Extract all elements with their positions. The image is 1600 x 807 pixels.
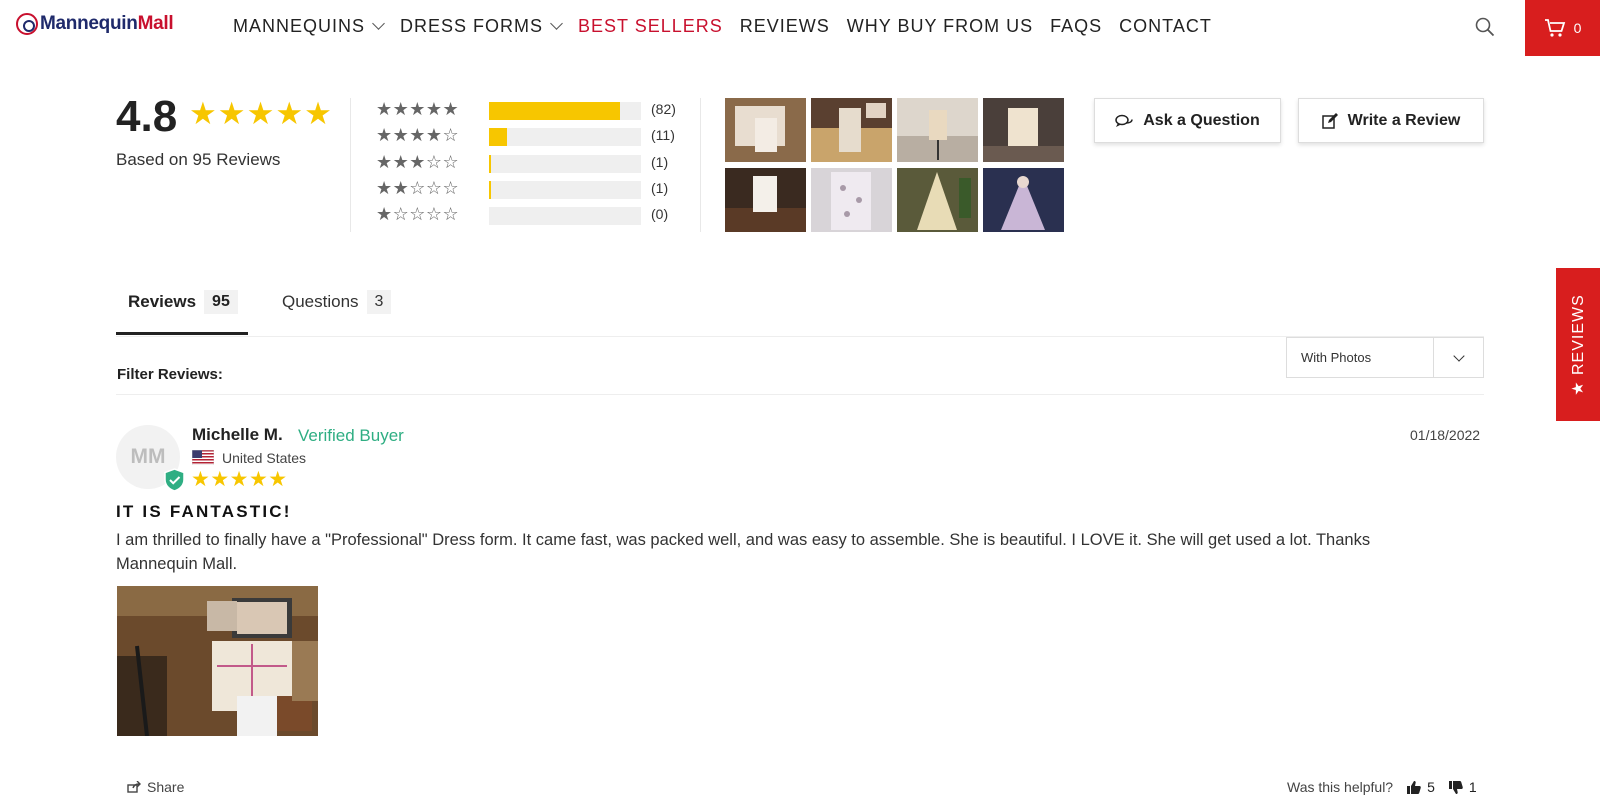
nav-dress-forms[interactable]: DRESS FORMS bbox=[400, 16, 563, 37]
histogram-fill bbox=[489, 128, 508, 146]
histogram-stars: ★★★☆☆ bbox=[376, 151, 460, 172]
review-title: IT IS FANTASTIC! bbox=[116, 502, 292, 521]
histogram-count: (0) bbox=[651, 206, 669, 222]
histogram-stars: ★★☆☆☆ bbox=[376, 177, 460, 198]
share-button[interactable]: Share bbox=[127, 779, 184, 795]
up-vote-count: 5 bbox=[1427, 779, 1435, 795]
histogram-stars: ★★★★★ bbox=[376, 98, 460, 119]
review-stars: ★★★★★ bbox=[191, 468, 288, 491]
thumbs-up-icon bbox=[1407, 780, 1421, 794]
write-review-label: Write a Review bbox=[1347, 111, 1461, 129]
divider bbox=[116, 394, 1484, 395]
chevron-down-icon bbox=[372, 17, 385, 30]
reviewer-country: United States bbox=[222, 450, 307, 466]
nav-why-buy[interactable]: WHY BUY FROM US bbox=[847, 16, 1033, 37]
tab-count: 95 bbox=[204, 290, 238, 314]
share-label: Share bbox=[147, 779, 185, 795]
histogram-count: (82) bbox=[651, 101, 676, 117]
nav-mannequins[interactable]: MANNEQUINS bbox=[233, 16, 385, 37]
tab-label: Questions bbox=[282, 292, 359, 311]
divider bbox=[116, 336, 1484, 337]
average-stars: ★★★★★ bbox=[189, 96, 333, 131]
customer-photo-thumbnail[interactable] bbox=[897, 168, 978, 232]
review-photo[interactable] bbox=[117, 586, 318, 736]
histogram-fill bbox=[489, 155, 491, 173]
customer-photo-thumbnail[interactable] bbox=[983, 168, 1064, 232]
customer-photo-thumbnail[interactable] bbox=[897, 98, 978, 162]
edit-icon bbox=[1321, 112, 1338, 129]
histogram-row-3[interactable]: ★★★☆☆ (1) bbox=[376, 149, 668, 175]
customer-photo-thumbnail[interactable] bbox=[983, 98, 1064, 162]
histogram-count: (1) bbox=[651, 180, 669, 196]
tab-questions[interactable]: Questions 3 bbox=[282, 290, 392, 314]
thumbs-up-button[interactable]: 5 bbox=[1407, 779, 1435, 795]
histogram-fill bbox=[489, 181, 491, 199]
helpful-votes: Was this helpful? 5 1 bbox=[1287, 779, 1477, 795]
ask-question-button[interactable]: Ask a Question bbox=[1094, 98, 1281, 143]
histogram-stars: ★☆☆☆☆ bbox=[376, 203, 460, 224]
site-header: MannequinMall MANNEQUINS DRESS FORMS BES… bbox=[0, 0, 1600, 56]
histogram-track bbox=[489, 155, 641, 173]
histogram-track bbox=[489, 102, 641, 120]
cart-count: 0 bbox=[1573, 20, 1582, 36]
chevron-down-icon bbox=[550, 17, 563, 30]
customer-photo-thumbnail[interactable] bbox=[725, 168, 806, 232]
histogram-fill bbox=[489, 102, 620, 120]
histogram-row-2[interactable]: ★★☆☆☆ (1) bbox=[376, 175, 668, 201]
customer-photo-thumbnail[interactable] bbox=[725, 98, 806, 162]
reviewer-name: Michelle M. bbox=[192, 425, 283, 444]
histogram-track bbox=[489, 128, 641, 146]
divider bbox=[700, 98, 701, 232]
ask-question-label: Ask a Question bbox=[1143, 111, 1260, 129]
histogram-track bbox=[489, 207, 641, 225]
customer-photos-grid bbox=[725, 98, 1064, 233]
customer-photo-thumbnail[interactable] bbox=[811, 168, 892, 232]
thumbs-down-button[interactable]: 1 bbox=[1448, 779, 1477, 795]
customer-photo-thumbnail[interactable] bbox=[811, 98, 892, 162]
site-logo[interactable]: MannequinMall bbox=[16, 13, 174, 35]
active-tab-indicator bbox=[116, 332, 248, 335]
us-flag-icon bbox=[192, 450, 214, 465]
search-icon[interactable] bbox=[1475, 17, 1495, 37]
nav-faqs[interactable]: FAQS bbox=[1050, 16, 1102, 37]
share-icon bbox=[127, 781, 141, 793]
review-body: I am thrilled to finally have a "Profess… bbox=[116, 531, 1371, 573]
verified-buyer-label: Verified Buyer bbox=[298, 426, 404, 445]
main-nav: MANNEQUINS DRESS FORMS BEST SELLERS REVI… bbox=[233, 16, 1229, 37]
cart-icon bbox=[1544, 19, 1565, 37]
tab-label: Reviews bbox=[128, 292, 197, 311]
histogram-count: (11) bbox=[651, 127, 675, 143]
divider bbox=[350, 98, 351, 232]
chevron-down-icon bbox=[1433, 338, 1483, 377]
tab-count: 3 bbox=[366, 290, 392, 314]
thumbs-down-icon bbox=[1448, 780, 1463, 794]
cart-button[interactable]: 0 bbox=[1525, 0, 1600, 56]
tab-reviews[interactable]: Reviews 95 bbox=[128, 290, 238, 314]
average-rating: 4.8 bbox=[116, 92, 178, 141]
nav-best-sellers[interactable]: BEST SELLERS bbox=[578, 16, 723, 37]
logo-icon bbox=[16, 13, 38, 35]
histogram-stars: ★★★★☆ bbox=[376, 124, 460, 145]
chat-icon bbox=[1115, 114, 1133, 127]
verified-shield-icon bbox=[164, 468, 185, 492]
nav-contact[interactable]: CONTACT bbox=[1119, 16, 1212, 37]
histogram-row-4[interactable]: ★★★★☆ (11) bbox=[376, 122, 675, 148]
filter-dropdown[interactable]: With Photos bbox=[1286, 337, 1484, 378]
down-vote-count: 1 bbox=[1468, 779, 1477, 795]
reviews-side-tab-label: ★ REVIEWS bbox=[1570, 293, 1588, 396]
histogram-row-5[interactable]: ★★★★★ (82) bbox=[376, 96, 676, 122]
filter-selected-value: With Photos bbox=[1301, 350, 1372, 365]
histogram-count: (1) bbox=[651, 154, 669, 170]
nav-reviews[interactable]: REVIEWS bbox=[740, 16, 830, 37]
helpful-label: Was this helpful? bbox=[1287, 779, 1394, 795]
review-date: 01/18/2022 bbox=[1410, 427, 1481, 443]
based-on-count: Based on 95 Reviews bbox=[116, 150, 281, 169]
logo-text: MannequinMall bbox=[40, 13, 174, 34]
write-review-button[interactable]: Write a Review bbox=[1298, 98, 1484, 143]
histogram-track bbox=[489, 181, 641, 199]
reviews-side-tab[interactable]: ★ REVIEWS bbox=[1556, 268, 1600, 421]
histogram-row-1[interactable]: ★☆☆☆☆ (0) bbox=[376, 201, 668, 227]
filter-label: Filter Reviews: bbox=[117, 366, 223, 383]
